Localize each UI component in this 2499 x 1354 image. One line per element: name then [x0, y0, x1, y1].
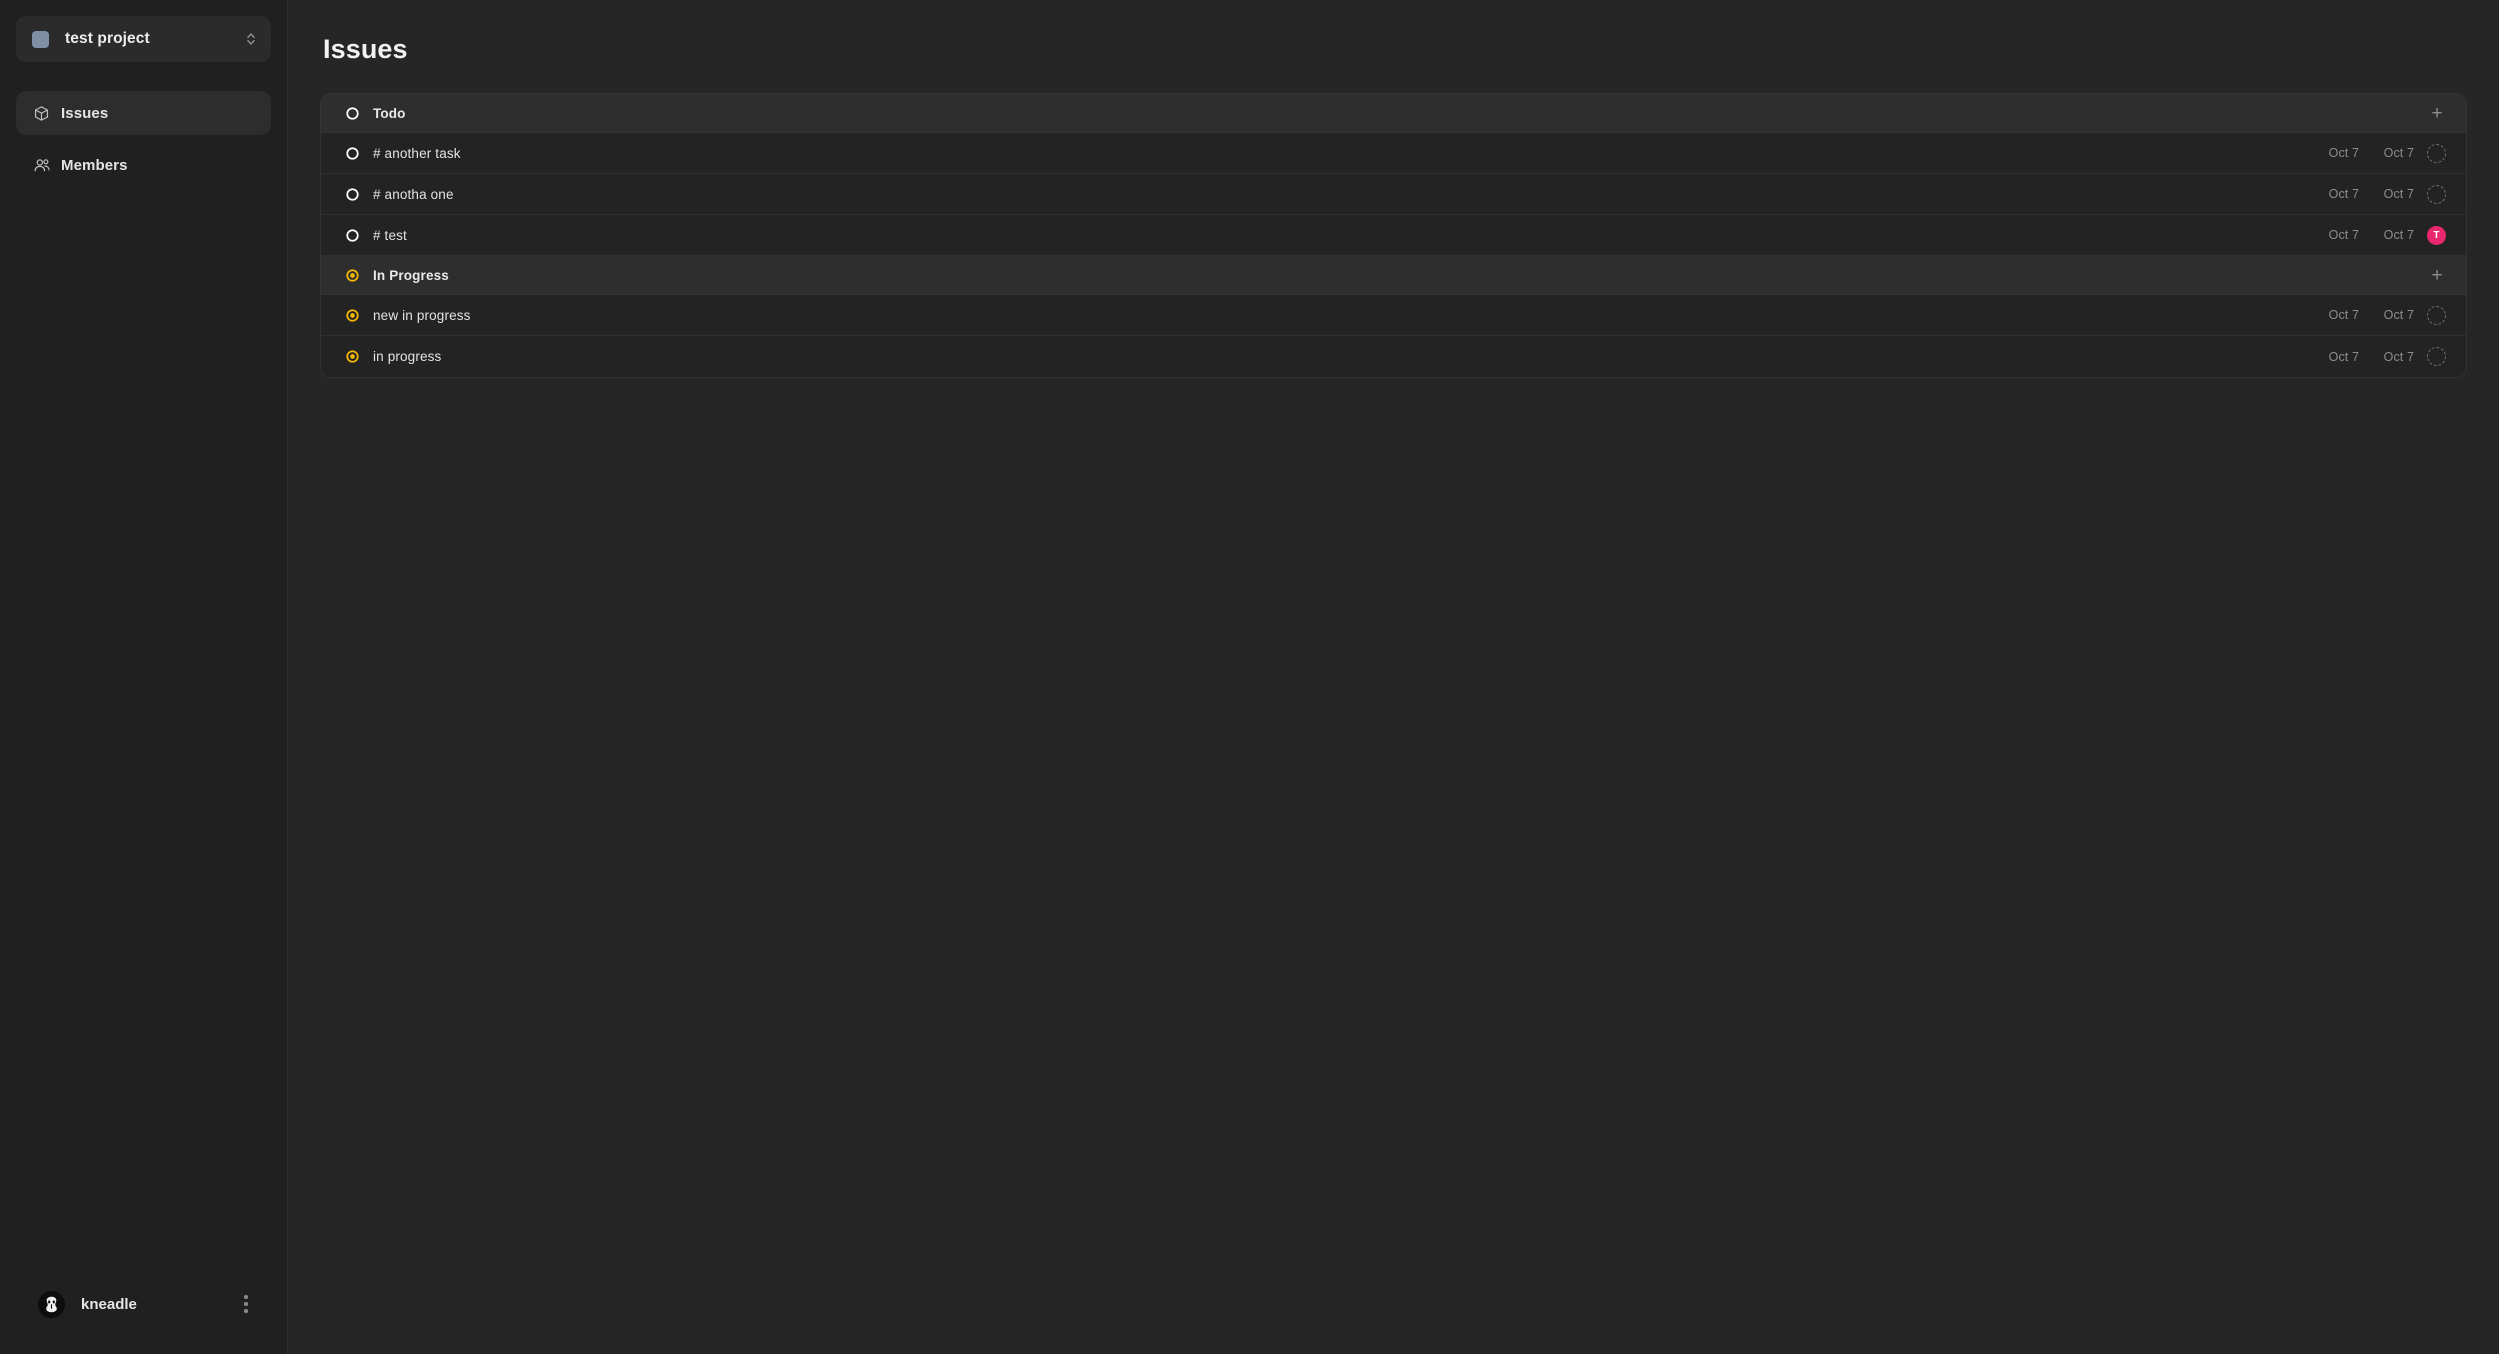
issue-start-date[interactable]: Oct 7 [2317, 308, 2359, 322]
status-in-progress-icon [345, 268, 360, 283]
project-name-label: test project [65, 30, 150, 47]
issue-meta: Oct 7 Oct 7 [2317, 305, 2450, 325]
people-icon [32, 156, 51, 175]
issue-start-date[interactable]: Oct 7 [2317, 146, 2359, 160]
issues-list-panel: Todo + # another task Oct 7 Oct 7 # anot… [320, 93, 2467, 378]
issue-start-date[interactable]: Oct 7 [2317, 187, 2359, 201]
sidebar-header: test project [0, 0, 287, 62]
table-row[interactable]: # test Oct 7 Oct 7 T [321, 215, 2466, 256]
add-issue-button-in-progress[interactable]: + [2424, 262, 2450, 288]
assignee-unassigned-icon[interactable] [2427, 347, 2446, 366]
issue-title-label: # anotha one [373, 186, 454, 202]
issue-end-date[interactable]: Oct 7 [2372, 187, 2414, 201]
issue-meta: Oct 7 Oct 7 T [2317, 225, 2450, 245]
cube-icon [32, 104, 51, 123]
sidebar-item-issues-label: Issues [61, 104, 109, 122]
app-root: test project Issues Members kneadle Issu… [0, 0, 2499, 1354]
assignee-unassigned-icon[interactable] [2427, 143, 2446, 163]
sidebar-item-members-label: Members [61, 156, 128, 174]
page-title: Issues [323, 34, 408, 64]
status-in-progress-icon [345, 308, 360, 323]
kebab-menu-icon[interactable] [235, 1293, 257, 1315]
issue-title-label: # test [373, 227, 407, 243]
status-in-progress-icon [345, 349, 360, 364]
assignee-unassigned-icon[interactable] [2427, 184, 2446, 204]
issue-title-label: in progress [373, 349, 442, 364]
issue-start-date[interactable]: Oct 7 [2317, 228, 2359, 242]
issue-end-date[interactable]: Oct 7 [2372, 350, 2414, 364]
issue-end-date[interactable]: Oct 7 [2372, 308, 2414, 322]
chevron-up-down-icon [244, 28, 258, 50]
group-title-label: In Progress [373, 267, 449, 283]
add-issue-button-todo[interactable]: + [2424, 100, 2450, 126]
project-switcher[interactable]: test project [16, 16, 271, 62]
status-todo-icon [345, 106, 360, 121]
user-name-label: kneadle [81, 1295, 137, 1313]
status-todo-icon [345, 187, 360, 202]
issue-end-date[interactable]: Oct 7 [2372, 146, 2414, 160]
issue-meta: Oct 7 Oct 7 [2317, 347, 2450, 366]
table-row[interactable]: # anotha one Oct 7 Oct 7 [321, 174, 2466, 215]
issue-meta: Oct 7 Oct 7 [2317, 184, 2450, 204]
main-content: Issues Todo + # another task Oct 7 Oct 7… [288, 0, 2499, 1354]
sidebar-nav: Issues Members [0, 91, 287, 187]
issue-title-label: # another task [373, 145, 461, 161]
sidebar: test project Issues Members kneadle [0, 0, 288, 1354]
group-title-label: Todo [373, 105, 406, 121]
issue-meta: Oct 7 Oct 7 [2317, 143, 2450, 163]
issue-start-date[interactable]: Oct 7 [2317, 350, 2359, 364]
avatar [38, 1290, 65, 1318]
assignee-avatar[interactable]: T [2427, 225, 2446, 245]
user-profile-row[interactable]: kneadle [16, 1276, 271, 1332]
table-row[interactable]: in progress Oct 7 Oct 7 [321, 336, 2466, 377]
sidebar-item-members[interactable]: Members [16, 143, 271, 187]
issue-title-label: new in progress [373, 307, 471, 323]
table-row[interactable]: # another task Oct 7 Oct 7 [321, 133, 2466, 174]
table-row[interactable]: new in progress Oct 7 Oct 7 [321, 295, 2466, 336]
project-color-swatch [32, 30, 49, 48]
group-header-todo[interactable]: Todo + [321, 94, 2466, 133]
sidebar-item-issues[interactable]: Issues [16, 91, 271, 135]
status-todo-icon [345, 228, 360, 243]
group-header-in-progress[interactable]: In Progress + [321, 256, 2466, 295]
status-todo-icon [345, 146, 360, 161]
issue-end-date[interactable]: Oct 7 [2372, 228, 2414, 242]
assignee-unassigned-icon[interactable] [2427, 305, 2446, 325]
